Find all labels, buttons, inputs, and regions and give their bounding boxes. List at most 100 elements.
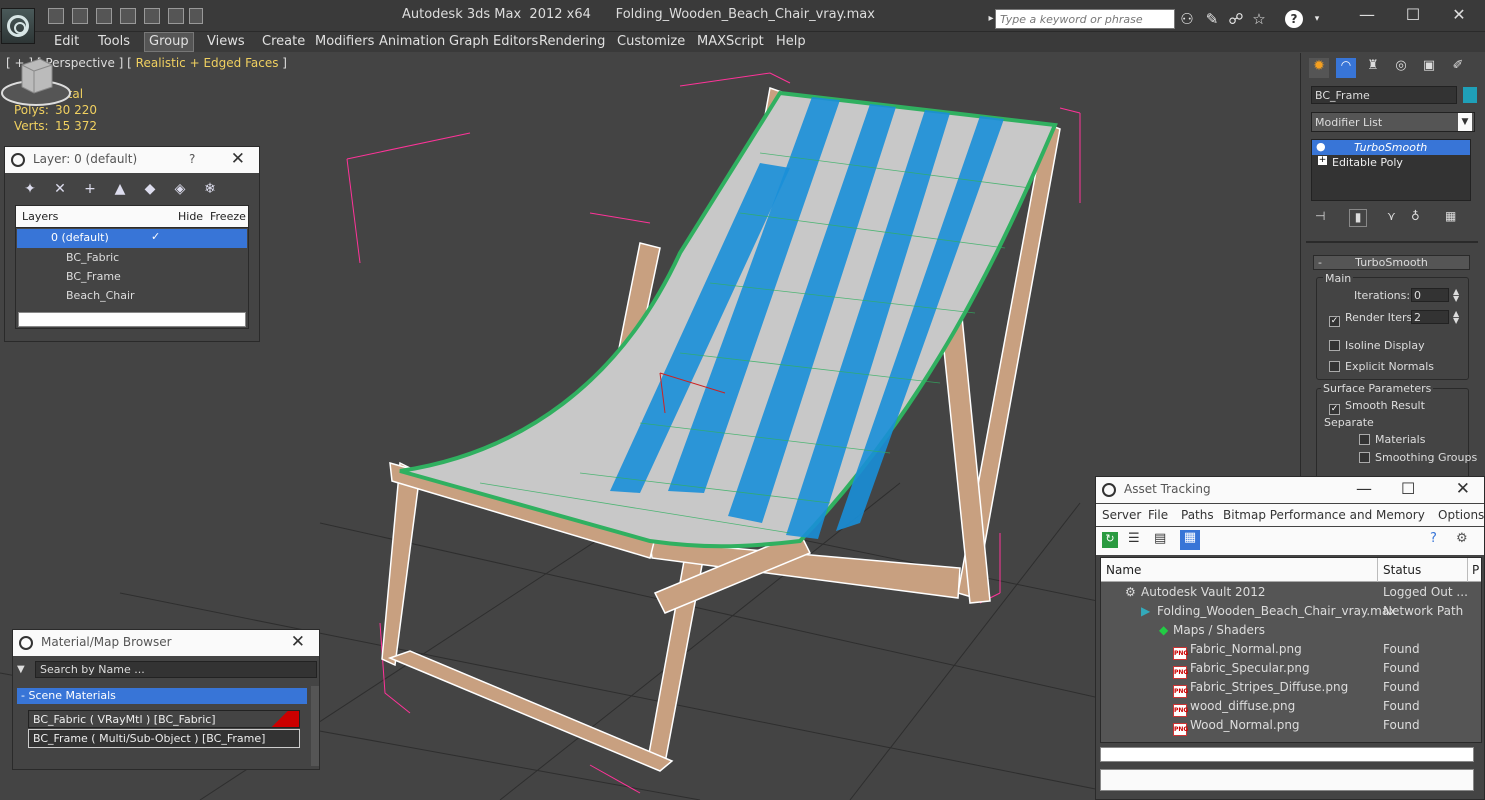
add-to-layer-icon[interactable]: + — [81, 181, 99, 199]
menu-customize[interactable]: Customize — [613, 34, 689, 49]
remove-modifier-icon[interactable]: ♁ — [1411, 209, 1420, 223]
layer-row-bc-fabric[interactable]: BC_Fabric — [28, 248, 258, 267]
menu-maxscript[interactable]: MAXScript — [693, 34, 768, 49]
app-logo-icon[interactable] — [1, 8, 35, 44]
material-panel-titlebar[interactable]: Material/Map Browser ✕ — [13, 630, 319, 656]
layer-horizontal-scrollbar[interactable] — [18, 312, 246, 327]
utilities-tab-icon[interactable]: ✐ — [1448, 58, 1468, 78]
asset-row[interactable]: PNG wood_diffuse.png Found — [1101, 697, 1479, 717]
asset-menu-paths[interactable]: Paths — [1181, 508, 1214, 522]
help-dropdown-icon[interactable]: ▾ — [1308, 10, 1326, 28]
material-search-input[interactable]: Search by Name ... — [35, 661, 317, 678]
motion-tab-icon[interactable]: ◎ — [1391, 58, 1411, 78]
refresh-icon[interactable]: ↻ — [1102, 532, 1118, 548]
current-layer-check-icon[interactable]: ✓ — [151, 230, 160, 243]
asset-row[interactable]: PNG Fabric_Normal.png Found — [1101, 640, 1479, 660]
asset-row[interactable]: PNG Wood_Normal.png Found — [1101, 716, 1479, 736]
asset-row[interactable]: ◆ Maps / Shaders — [1101, 621, 1479, 640]
undo-icon[interactable] — [96, 8, 112, 24]
viewcube-icon[interactable] — [0, 53, 72, 109]
display-tab-icon[interactable]: ▣ — [1419, 58, 1439, 78]
checkbox-checked[interactable]: ✓ — [1329, 316, 1340, 327]
list-view-icon[interactable]: ☰ — [1128, 531, 1140, 546]
col-freeze[interactable]: Freeze — [210, 210, 246, 223]
menu-group[interactable]: Group — [144, 32, 194, 52]
quick-access-dropdown-icon[interactable] — [189, 8, 203, 24]
make-unique-icon[interactable]: ⋎ — [1387, 209, 1396, 223]
object-name-field[interactable]: BC_Frame — [1311, 86, 1457, 104]
menu-views[interactable]: Views — [203, 34, 249, 49]
col-status[interactable]: Status — [1377, 558, 1421, 582]
iterations-spinner-arrows-icon[interactable]: ▲ ▼ — [1453, 288, 1459, 303]
layer-panel-titlebar[interactable]: Layer: 0 (default) ? ✕ — [5, 147, 259, 173]
show-end-result-icon[interactable]: ▮ — [1349, 209, 1367, 227]
smoothing-groups-checkbox[interactable]: Smoothing Groups — [1359, 451, 1477, 464]
asset-menu-server[interactable]: Server — [1102, 508, 1141, 522]
layer-row-default[interactable]: 0 (default) ✓ — [17, 229, 247, 248]
select-objects-icon[interactable]: ▲ — [111, 181, 129, 199]
asset-menu-options[interactable]: Options — [1438, 508, 1484, 522]
minimize-button[interactable]: — — [1352, 4, 1382, 26]
material-item-bc-fabric[interactable]: BC_Fabric ( VRayMtl ) [BC_Fabric] — [28, 710, 300, 728]
menu-edit[interactable]: Edit — [50, 34, 83, 49]
asset-row[interactable]: ⚙ Autodesk Vault 2012 Logged Out ... — [1101, 583, 1479, 602]
menu-help[interactable]: Help — [772, 34, 810, 49]
iterations-spinner[interactable]: 0 — [1411, 288, 1449, 302]
close-button[interactable]: ✕ — [1444, 4, 1474, 26]
menu-tools[interactable]: Tools — [94, 34, 134, 49]
layer-row-beach-chair[interactable]: Beach_Chair — [28, 286, 258, 305]
asset-row[interactable]: ▶ Folding_Wooden_Beach_Chair_vray.max Netw… — [1101, 602, 1479, 621]
smooth-result-checkbox[interactable]: ✓ Smooth Result — [1329, 399, 1425, 415]
asset-minimize-button[interactable]: — — [1356, 479, 1372, 498]
help-bubble-icon[interactable]: ? — [1430, 531, 1437, 546]
render-iters-checkbox[interactable]: ✓ Render Iters: — [1329, 311, 1416, 327]
favorites-star-icon[interactable]: ☆ — [1250, 10, 1268, 28]
stack-item-turbosmooth[interactable]: ● TurboSmooth — [1312, 140, 1470, 155]
lightbulb-icon[interactable]: ● — [1316, 140, 1326, 153]
asset-path-field[interactable] — [1100, 769, 1474, 791]
highlight-layer-icon[interactable]: ◆ — [141, 181, 159, 199]
materials-checkbox[interactable]: Materials — [1359, 433, 1425, 446]
collapse-icon[interactable]: - — [1318, 256, 1322, 269]
options-dropdown-icon[interactable]: ▼ — [17, 664, 25, 675]
freeze-all-icon[interactable]: ❄ — [201, 181, 219, 199]
asset-horizontal-scrollbar[interactable] — [1100, 747, 1474, 762]
asset-panel-close-icon[interactable]: ✕ — [1456, 479, 1470, 499]
pin-stack-icon[interactable]: ⊣ — [1315, 209, 1325, 223]
search-input[interactable]: Type a keyword or phrase — [995, 9, 1175, 29]
save-icon[interactable] — [72, 8, 88, 24]
layer-panel-close-icon[interactable]: ✕ — [231, 149, 245, 169]
asset-row[interactable]: PNG Fabric_Stripes_Diffuse.png Found — [1101, 678, 1479, 698]
render-iters-spinner[interactable]: 2 — [1411, 310, 1449, 324]
asset-panel-titlebar[interactable]: Asset Tracking — ☐ ✕ — [1096, 477, 1484, 503]
explicit-normals-checkbox[interactable]: Explicit Normals — [1329, 360, 1434, 373]
binoculars-icon[interactable]: ⚇ — [1178, 10, 1196, 28]
communication-icon[interactable]: ☍ — [1227, 10, 1245, 28]
create-tab-icon[interactable]: ✹ — [1309, 58, 1329, 78]
fetch-icon[interactable] — [168, 8, 184, 24]
modifier-list-dropdown[interactable]: Modifier List ▼ — [1311, 112, 1475, 132]
new-file-icon[interactable] — [48, 8, 64, 24]
col-extra[interactable]: P — [1467, 558, 1479, 582]
asset-menu-file[interactable]: File — [1148, 508, 1168, 522]
menu-animation[interactable]: Animation — [375, 34, 449, 49]
help-cursor-icon[interactable]: ⚙ — [1456, 531, 1468, 546]
expand-plus-icon[interactable]: + — [1318, 156, 1327, 165]
menu-create[interactable]: Create — [258, 34, 309, 49]
maximize-button[interactable]: ☐ — [1398, 4, 1428, 26]
turbosmooth-rollout-header[interactable]: - TurboSmooth — [1313, 255, 1470, 270]
viewport-shading-mode[interactable]: Realistic + Edged Faces — [136, 56, 279, 70]
isoline-display-checkbox[interactable]: Isoline Display — [1329, 339, 1425, 352]
chevron-down-icon[interactable]: ▼ — [1458, 113, 1472, 131]
configure-sets-icon[interactable]: ▦ — [1445, 209, 1456, 223]
help-icon[interactable]: ? — [1285, 10, 1303, 28]
hierarchy-tab-icon[interactable]: ♜ — [1363, 58, 1383, 78]
redo-icon[interactable] — [120, 8, 136, 24]
table-view-icon[interactable]: ▦ — [1180, 530, 1200, 550]
hide-all-icon[interactable]: ◈ — [171, 181, 189, 199]
material-item-bc-frame[interactable]: BC_Frame ( Multi/Sub-Object ) [BC_Frame] — [28, 729, 300, 748]
col-name[interactable]: Name — [1106, 563, 1141, 577]
asset-maximize-button[interactable]: ☐ — [1401, 479, 1415, 498]
create-layer-icon[interactable]: ✦ — [21, 181, 39, 199]
delete-layer-icon[interactable]: ✕ — [51, 181, 69, 199]
